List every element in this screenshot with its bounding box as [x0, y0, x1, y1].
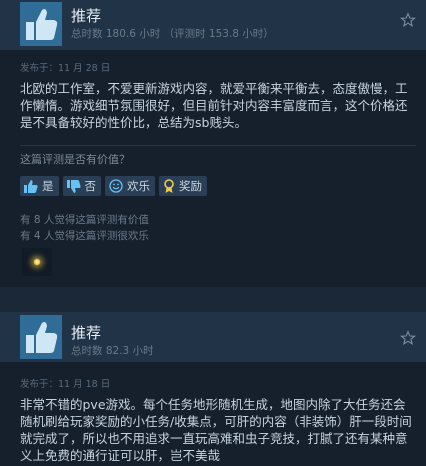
- award-label: 奖励: [179, 179, 202, 193]
- star-icon[interactable]: [400, 12, 416, 28]
- playtime: 总时数 180.6 小时 （评测时 153.8 小时）: [71, 28, 274, 40]
- vote-yes-button[interactable]: 是: [20, 176, 59, 196]
- posted-date: 发布于：11 月 28 日: [20, 63, 111, 74]
- review-header: 推荐 总时数 180.6 小时 （评测时 153.8 小时）: [0, 0, 426, 50]
- thumbs-up-icon: [26, 322, 58, 353]
- award-glow-icon: [33, 258, 41, 266]
- recommended-thumb[interactable]: [20, 315, 62, 359]
- vote-no-label: 否: [84, 179, 97, 193]
- star-icon[interactable]: [400, 330, 416, 346]
- award-icon: [163, 178, 175, 194]
- review-text: 非常不错的pve游戏。每个任务地形随机生成，地图内除了大任务还会随机刷给玩家奖励…: [20, 397, 412, 463]
- review-card: 推荐 总时数 82.3 小时 发布于：11 月 18 日 非常不错的pve游戏。…: [0, 312, 426, 466]
- helpful-question: 这篇评测是否有价值？: [20, 153, 130, 166]
- review-verdict[interactable]: 推荐: [71, 5, 101, 26]
- funny-count: 有 4 人觉得这篇评测很欢乐: [20, 230, 149, 242]
- thumbs-down-icon: [66, 179, 81, 193]
- review-card: 推荐 总时数 180.6 小时 （评测时 153.8 小时） 发布于：11 月 …: [0, 0, 426, 287]
- vote-buttons: 是 否 欢乐 奖励: [20, 176, 207, 196]
- thumbs-up-icon: [26, 9, 58, 40]
- review-text: 北欧的工作室，不爱更新游戏内容，就爱平衡来平衡去，态度傲慢，工作懒惰。游戏细节氛…: [20, 81, 408, 130]
- award-button[interactable]: 奖励: [159, 176, 207, 196]
- vote-no-button[interactable]: 否: [62, 176, 101, 196]
- smile-icon: [109, 179, 123, 193]
- review-verdict[interactable]: 推荐: [71, 322, 101, 343]
- helpful-count: 有 8 人觉得这篇评测有价值: [20, 214, 149, 226]
- divider: [20, 145, 416, 146]
- posted-date: 发布于：11 月 18 日: [20, 379, 111, 390]
- recommended-thumb[interactable]: [20, 2, 62, 46]
- vote-yes-label: 是: [42, 179, 54, 193]
- received-award[interactable]: [22, 248, 52, 276]
- review-separator: [0, 287, 426, 312]
- vote-funny-label: 欢乐: [127, 179, 150, 193]
- review-header: 推荐 总时数 82.3 小时: [0, 312, 426, 362]
- vote-funny-button[interactable]: 欢乐: [105, 176, 155, 196]
- playtime: 总时数 82.3 小时: [71, 345, 154, 357]
- thumbs-up-icon: [24, 179, 38, 193]
